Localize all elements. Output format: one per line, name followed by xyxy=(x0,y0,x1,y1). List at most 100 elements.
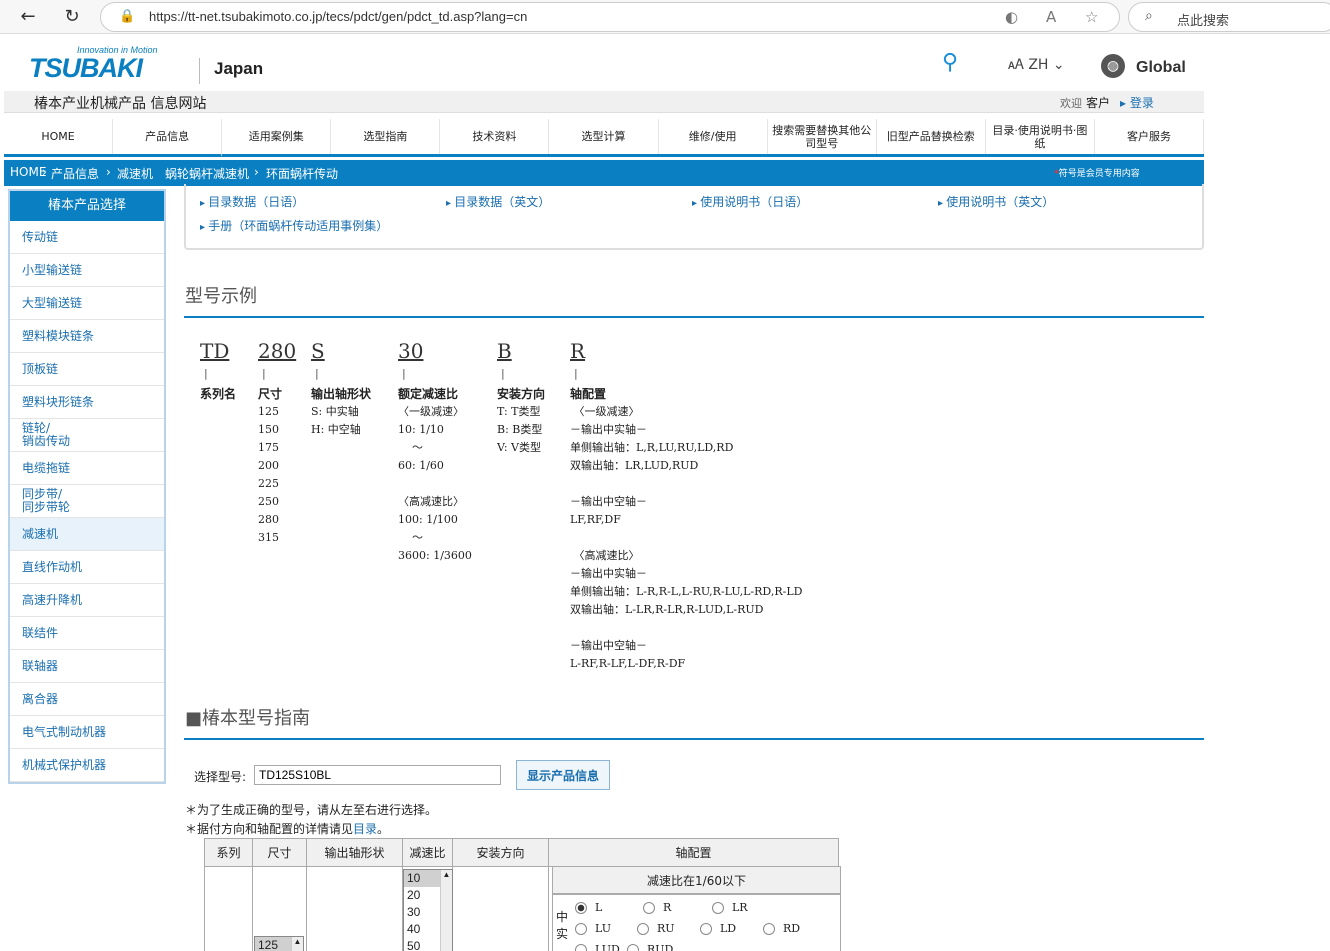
sidebar-item[interactable]: 同步带/ 同步带轮 xyxy=(10,485,164,518)
scrollbar[interactable]: ▲ xyxy=(291,937,303,951)
sidebar-item[interactable]: 电气式制动机器 xyxy=(10,716,164,749)
radio-axis[interactable]: RD xyxy=(763,922,800,935)
radio-axis[interactable]: RU xyxy=(637,922,675,935)
shaft-cell xyxy=(306,866,403,951)
col-header: 轴配置 xyxy=(548,838,839,867)
col-header: 安装方向 xyxy=(452,838,549,867)
sidebar-item[interactable]: 传动链 xyxy=(10,221,164,254)
nav-home[interactable]: HOME xyxy=(4,119,114,154)
language-selector[interactable]: 🗚 ZH ⌄ xyxy=(1008,57,1065,73)
ratio-listbox[interactable]: 10 20 30 40 50 ▲ xyxy=(403,869,453,951)
nav-competitor-search[interactable]: 搜索需要替换其他公司型号 xyxy=(768,119,877,154)
radio-axis[interactable]: R xyxy=(643,901,671,914)
catalog-link[interactable]: 目录 xyxy=(353,822,377,836)
mount-cell xyxy=(452,866,549,951)
radio-unchecked[interactable] xyxy=(712,902,724,914)
note-prefix: ＊据付方向和轴配置的详情请见 xyxy=(185,822,354,836)
web-page: Innovation in Motion TSUBAKI Japan ⚲ 🗚 Z… xyxy=(4,34,1330,951)
label-shaft: 输出轴形状 xyxy=(311,387,372,401)
scrollbar[interactable]: ▲ xyxy=(440,870,452,951)
radio-axis[interactable]: LD xyxy=(700,922,736,935)
nav-old-product-search[interactable]: 旧型产品替换检索 xyxy=(877,119,986,154)
breadcrumb-reducer[interactable]: 减速机 xyxy=(117,165,153,182)
login-link[interactable]: ▸ 登录 xyxy=(1120,94,1154,111)
nav-maintenance[interactable]: 维修/使用 xyxy=(659,119,768,154)
sidebar-item[interactable]: 电缆拖链 xyxy=(10,452,164,485)
tsubaki-logo[interactable]: Innovation in Motion TSUBAKI xyxy=(29,45,179,83)
breadcrumb-worm-reducer[interactable]: 蜗轮蜗杆减速机 xyxy=(165,165,249,182)
login-label[interactable]: 登录 xyxy=(1130,96,1154,110)
region-label: Japan xyxy=(214,59,264,78)
guide-rule xyxy=(184,738,1204,740)
breadcrumb-home[interactable]: HOME xyxy=(10,165,46,179)
show-product-button[interactable]: 显示产品信息 xyxy=(516,760,610,790)
global-link[interactable]: Global xyxy=(1136,59,1186,77)
tracking-icon[interactable]: ◐ xyxy=(1005,8,1018,26)
connector-tick: | xyxy=(315,367,319,380)
nav-product-info[interactable]: 产品信息 xyxy=(113,119,223,157)
radio-checked[interactable] xyxy=(575,902,587,914)
connector-tick: | xyxy=(204,367,208,380)
sidebar-item[interactable]: 链轮/ 销齿传动 xyxy=(10,419,164,452)
back-icon[interactable]: ← xyxy=(16,5,40,29)
connector-tick: | xyxy=(501,367,505,380)
sidebar-item[interactable]: 塑料块形链条 xyxy=(10,386,164,419)
size-listbox[interactable]: 125 ▲ xyxy=(254,936,304,951)
nav-tech-data[interactable]: 技术资料 xyxy=(440,119,550,154)
refresh-icon[interactable]: ↻ xyxy=(60,5,84,29)
sidebar-item[interactable]: 直线作动机 xyxy=(10,551,164,584)
read-aloud-icon[interactable]: A xyxy=(1046,8,1056,26)
sidebar-item[interactable]: 离合器 xyxy=(10,683,164,716)
logo-word: TSUBAKI xyxy=(29,53,143,83)
nav-catalogs[interactable]: 目录·使用说明书·图纸 xyxy=(986,119,1095,154)
sidebar-item[interactable]: 联轴器 xyxy=(10,650,164,683)
breadcrumb: HOME › 产品信息 › 减速机 蜗轮蜗杆减速机 › 环面蜗杆传动 *符号是会… xyxy=(4,160,1204,186)
sidebar-item-selected[interactable]: 减速机 xyxy=(10,518,164,551)
sidebar-item[interactable]: 小型输送链 xyxy=(10,254,164,287)
radio-unchecked[interactable] xyxy=(575,944,587,951)
connector-tick: | xyxy=(402,367,406,380)
section-heading: 型号示例 xyxy=(185,286,257,307)
url-text[interactable]: https://tt-net.tsubakimoto.co.jp/tecs/pd… xyxy=(149,9,527,24)
radio-axis[interactable]: L xyxy=(575,901,602,914)
breadcrumb-product-info[interactable]: 产品信息 xyxy=(51,165,99,182)
radio-unchecked[interactable] xyxy=(700,923,712,935)
download-link[interactable]: 使用说明书（英文） xyxy=(938,193,1054,210)
download-link[interactable]: 手册（环面蜗杆传动适用事例集） xyxy=(200,217,388,234)
sidebar-item[interactable]: 机械式保护机器 xyxy=(10,749,164,782)
radio-axis[interactable]: LR xyxy=(712,901,748,914)
radio-axis[interactable]: LUD xyxy=(575,943,620,951)
sidebar-item[interactable]: 高速升降机 xyxy=(10,584,164,617)
sidebar-item[interactable]: 大型输送链 xyxy=(10,287,164,320)
radio-unchecked[interactable] xyxy=(763,923,775,935)
radio-axis[interactable]: LU xyxy=(575,922,611,935)
download-link[interactable]: 目录数据（英文） xyxy=(446,193,550,210)
mount-values: T: T类型 B: B类型 V: V类型 xyxy=(497,405,543,454)
radio-unchecked[interactable] xyxy=(575,923,587,935)
download-link[interactable]: 目录数据（日语） xyxy=(200,193,304,210)
ratio-subheader: 减速比在1/60以下 xyxy=(552,866,841,894)
site-search-icon[interactable]: ⚲ xyxy=(942,50,958,75)
radio-axis[interactable]: RUD xyxy=(627,943,673,951)
download-link[interactable]: 使用说明书（日语） xyxy=(692,193,808,210)
search-placeholder: 点此搜索 xyxy=(1177,14,1230,29)
model-select-label: 选择型号: xyxy=(194,770,247,784)
browser-search-box[interactable]: ⌕ 点此搜索 xyxy=(1128,2,1330,32)
sidebar-item[interactable]: 联结件 xyxy=(10,617,164,650)
address-bar[interactable]: 🔒 https://tt-net.tsubakimoto.co.jp/tecs/… xyxy=(100,2,1120,32)
breadcrumb-current: 环面蜗杆传动 xyxy=(266,167,339,181)
radio-unchecked[interactable] xyxy=(627,944,639,951)
model-input[interactable] xyxy=(254,765,501,785)
nav-selection-guide[interactable]: 选型指南 xyxy=(331,119,441,154)
connector-tick: | xyxy=(574,367,578,380)
nav-customer-service[interactable]: 客户服务 xyxy=(1095,119,1205,154)
nav-cases[interactable]: 适用案例集 xyxy=(222,119,332,154)
radio-unchecked[interactable] xyxy=(637,923,649,935)
favorite-star-icon[interactable]: ☆ xyxy=(1085,8,1098,26)
radio-unchecked[interactable] xyxy=(643,902,655,914)
radio-label: LU xyxy=(595,922,611,935)
sidebar-item[interactable]: 顶板链 xyxy=(10,353,164,386)
globe-icon[interactable]: ◍ xyxy=(1101,54,1125,78)
nav-selection-calc[interactable]: 选型计算 xyxy=(549,119,659,154)
sidebar-item[interactable]: 塑料模块链条 xyxy=(10,320,164,353)
